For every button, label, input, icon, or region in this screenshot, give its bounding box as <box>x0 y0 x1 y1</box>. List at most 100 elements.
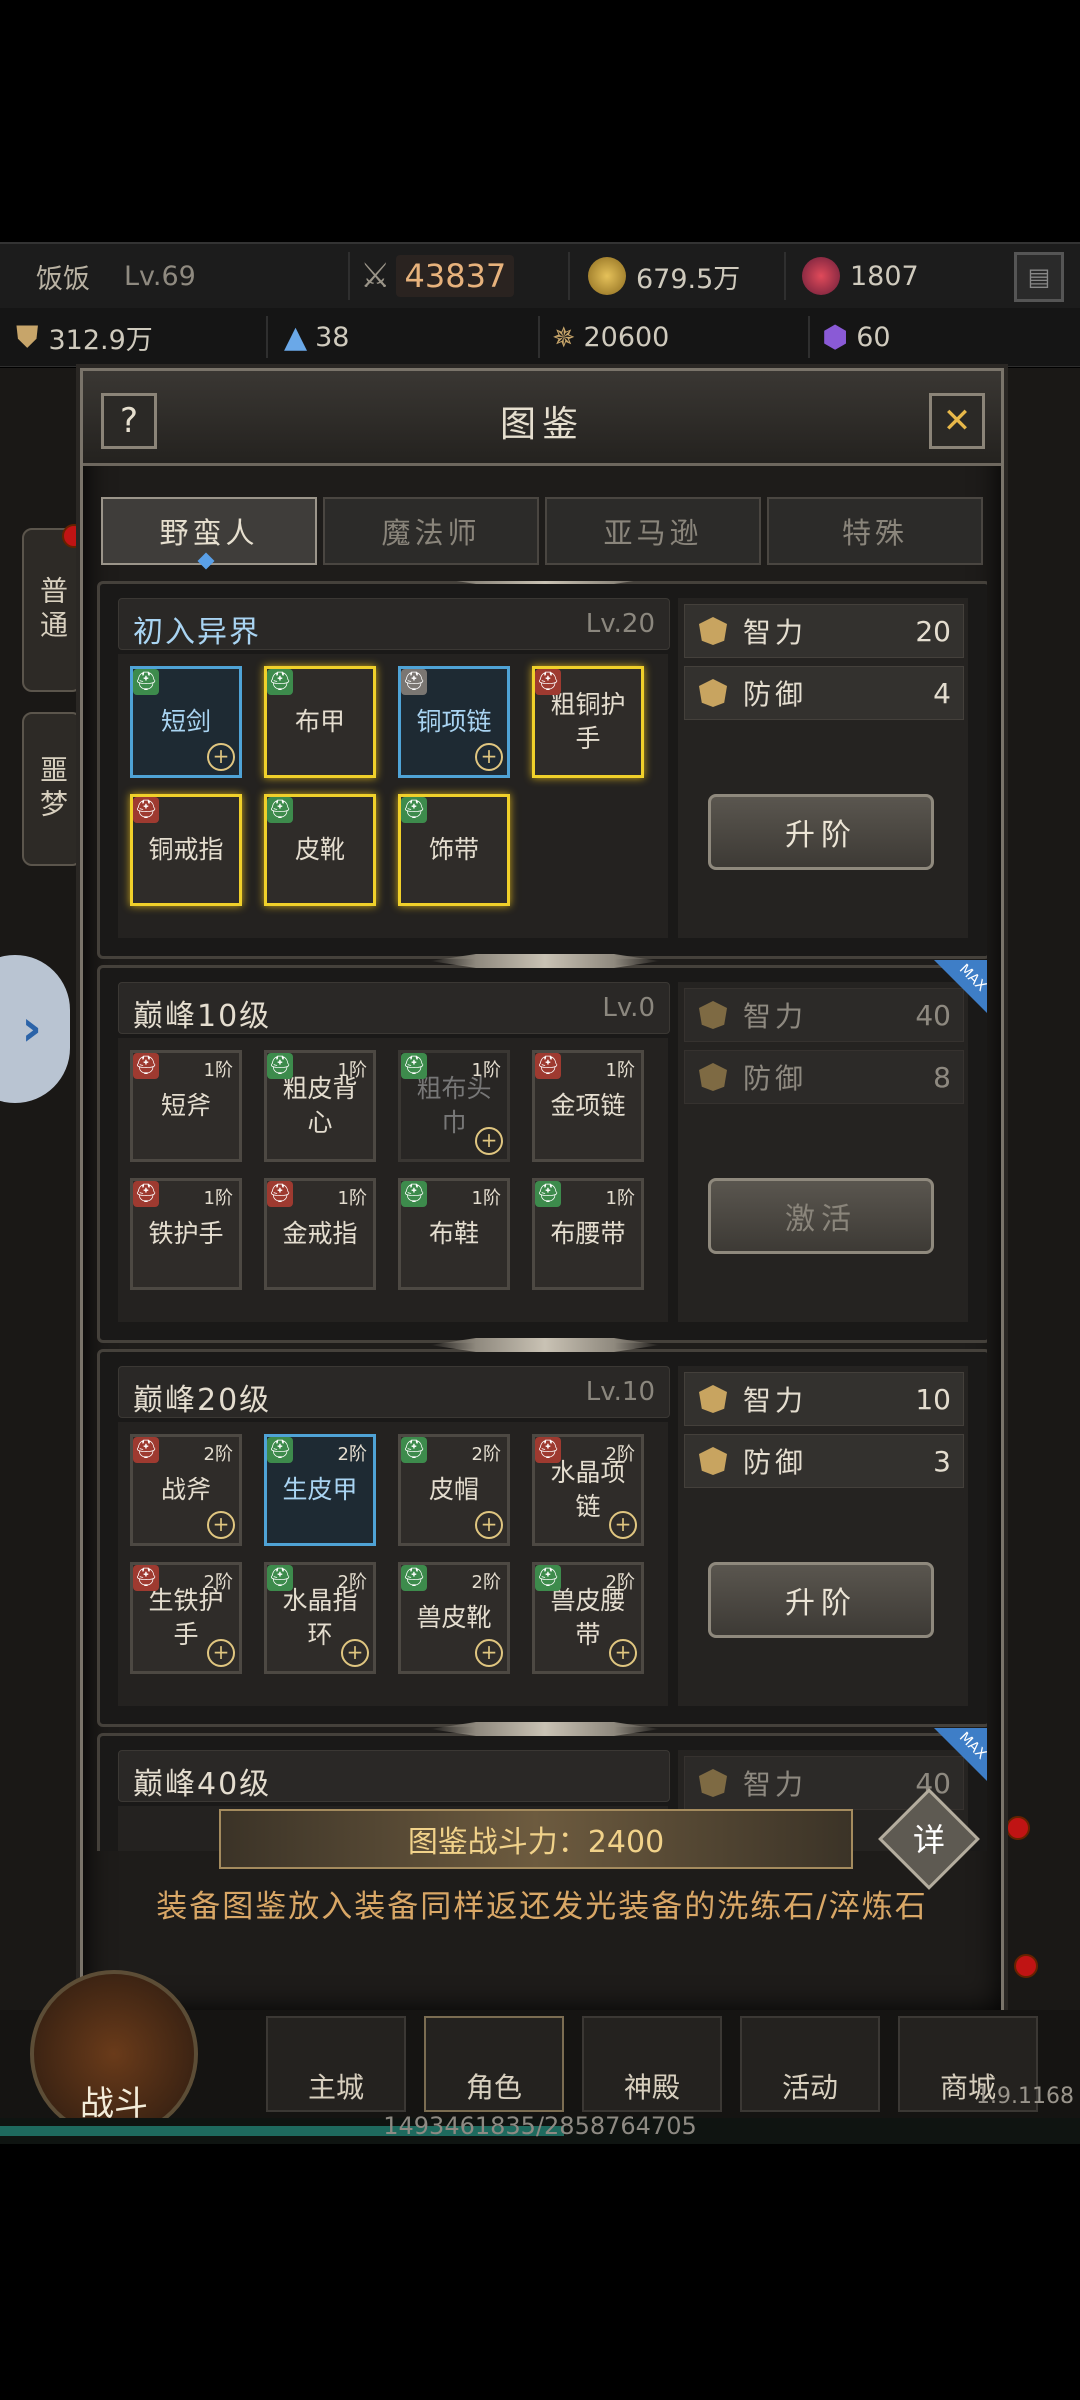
menu-button[interactable]: ▤ <box>1014 252 1064 302</box>
equipment-name: 金项链 <box>550 1091 626 1120</box>
equipment-slot[interactable]: ⛑ 1阶 粗布头巾 + <box>398 1050 510 1162</box>
equipment-slot[interactable]: ⛑ 1阶 布腰带 <box>532 1178 644 1290</box>
equipment-slot[interactable]: ⛑ 皮靴 <box>264 794 376 906</box>
equipment-slot[interactable]: ⛑ 1阶 短斧 <box>130 1050 242 1162</box>
upgrade-button[interactable]: 升阶 <box>708 794 934 870</box>
equipment-slot[interactable]: ⛑ 1阶 金戒指 <box>264 1178 376 1290</box>
add-icon[interactable]: + <box>609 1639 637 1667</box>
tab-amazon[interactable]: 亚马逊 <box>545 497 761 565</box>
collection-hint: 装备图鉴放入装备同样返还发光装备的洗练石/淬炼石 <box>156 1889 928 1925</box>
add-icon[interactable]: + <box>207 1511 235 1539</box>
nav-activity[interactable]: 活动 <box>740 2016 880 2112</box>
helmet-icon: ⛑ <box>401 1053 427 1079</box>
helmet-icon: ⛑ <box>133 669 159 695</box>
equipment-slot[interactable]: ⛑ 1阶 粗皮背心 <box>264 1050 376 1162</box>
tier-label: 2阶 <box>203 1572 233 1593</box>
equipment-name: 铁护手 <box>148 1219 224 1248</box>
equipment-slot[interactable]: ⛑ 2阶 生皮甲 <box>264 1434 376 1546</box>
fist-icon <box>699 1385 727 1413</box>
equipment-slot[interactable]: ⛑ 2阶 生铁护手 + <box>130 1562 242 1674</box>
add-icon[interactable]: + <box>207 1639 235 1667</box>
close-icon: ✕ <box>942 401 972 441</box>
side-tab-normal[interactable]: 普通 <box>22 528 82 692</box>
fist-icon <box>699 1001 727 1029</box>
gem-counter[interactable]: 1807 <box>788 244 1004 308</box>
honor-value: 20600 <box>583 321 670 353</box>
helmet-icon: ⛑ <box>267 1437 293 1463</box>
equipment-slot[interactable]: ⛑ 2阶 水晶项链 + <box>532 1434 644 1546</box>
collection-section: 巅峰20级 Lv.10 ⛑ 2阶 战斧 + ⛑ 2阶 生皮甲 ⛑ 2阶 皮帽 + ⛑ 2阶 水晶项链 + ⛑ 2阶生… <box>97 1338 987 1727</box>
section-header: 巅峰20级 Lv.10 <box>118 1366 670 1418</box>
collection-power-label: 图鉴战斗力：2400 <box>407 1825 665 1860</box>
equipment-slot[interactable]: ⛑ 1阶 金项链 <box>532 1050 644 1162</box>
activate-button[interactable]: 激活 <box>708 1178 934 1254</box>
section-ornament <box>430 1722 660 1736</box>
shard-counter: ⬢ 60 <box>812 308 1080 366</box>
tier-label: 1阶 <box>605 1188 635 1209</box>
nav-temple[interactable]: 神殿 <box>582 2016 722 2112</box>
close-button[interactable]: ✕ <box>929 393 985 449</box>
stat-name: 智力 <box>743 616 808 649</box>
tab-sorceress[interactable]: 魔法师 <box>323 497 539 565</box>
equipment-slot[interactable]: ⛑ 2阶 战斧 + <box>130 1434 242 1546</box>
nav-character[interactable]: 角色 <box>424 2016 564 2112</box>
upgrade-button[interactable]: 升阶 <box>708 1562 934 1638</box>
collection-power-banner: 图鉴战斗力：2400 <box>219 1809 853 1869</box>
equipment-slot[interactable]: ⛑ 2阶 水晶指环 + <box>264 1562 376 1674</box>
gold-counter[interactable]: 679.5万 <box>572 244 786 308</box>
combat-power-value: 43837 <box>396 255 515 297</box>
tier-label: 1阶 <box>203 1060 233 1081</box>
equipment-name: 短剑 <box>160 707 211 736</box>
add-icon[interactable]: + <box>341 1639 369 1667</box>
equipment-name: 布甲 <box>294 707 345 736</box>
tab-special[interactable]: 特殊 <box>767 497 983 565</box>
equipment-slot[interactable]: ⛑ 2阶 兽皮靴 + <box>398 1562 510 1674</box>
stat-value: 10 <box>915 1382 951 1416</box>
add-icon[interactable]: + <box>475 1639 503 1667</box>
add-icon[interactable]: + <box>207 743 235 771</box>
top-status-bar: 饭饭 Lv.69 ⚔ 43837 679.5万 1807 ▤ <box>0 242 1080 309</box>
helmet-icon: ⛑ <box>133 1565 159 1591</box>
tier-label: 2阶 <box>337 1572 367 1593</box>
nav-main-city[interactable]: 主城 <box>266 2016 406 2112</box>
equipment-slot[interactable]: ⛑ 粗铜护手 <box>532 666 644 778</box>
helmet-icon: ⛑ <box>535 1181 561 1207</box>
fist-icon <box>699 617 727 645</box>
tier-label: 1阶 <box>605 1060 635 1081</box>
equipment-grid: ⛑ 短剑 + ⛑ 布甲 ⛑ 铜项链 + ⛑ 粗铜护手 ⛑ 铜戒指 ⛑ 皮靴 ⛑ 饰带 <box>118 654 668 938</box>
add-icon[interactable]: + <box>475 1127 503 1155</box>
section-level: Lv.0 <box>602 993 655 1023</box>
helmet-icon: ⛑ <box>401 797 427 823</box>
detail-label: 详 <box>912 1821 945 1859</box>
side-tab-normal-label: 普通 <box>36 576 69 644</box>
equipment-slot[interactable]: ⛑ 1阶 布鞋 <box>398 1178 510 1290</box>
equipment-slot[interactable]: ⛑ 短剑 + <box>130 666 242 778</box>
notification-dot <box>1014 1954 1038 1978</box>
equipment-slot[interactable]: ⛑ 2阶 皮帽 + <box>398 1434 510 1546</box>
equipment-slot[interactable]: ⛑ 铜戒指 <box>130 794 242 906</box>
equipment-name: 皮帽 <box>428 1475 479 1504</box>
tier-label: 1阶 <box>337 1188 367 1209</box>
equipment-name: 战斧 <box>160 1475 211 1504</box>
equipment-slot[interactable]: ⛑ 2阶 兽皮腰带 + <box>532 1562 644 1674</box>
equipment-slot[interactable]: ⛑ 铜项链 + <box>398 666 510 778</box>
equipment-name: 铜项链 <box>416 707 492 736</box>
equipment-name: 粗铜护手 <box>550 690 626 753</box>
player-info[interactable]: 饭饭 Lv.69 <box>0 244 350 308</box>
side-tab-nightmare[interactable]: 噩梦 <box>22 712 82 866</box>
add-icon[interactable]: + <box>475 743 503 771</box>
stat-name: 智力 <box>743 1384 808 1417</box>
tab-label: 亚马逊 <box>603 516 703 550</box>
resource-bar: ⛊ 312.9万 ▲ 38 ✵ 20600 ⬢ 60 <box>0 308 1080 367</box>
add-icon[interactable]: + <box>475 1511 503 1539</box>
add-icon[interactable]: + <box>609 1511 637 1539</box>
tier-label: 1阶 <box>471 1060 501 1081</box>
equipment-slot[interactable]: ⛑ 布甲 <box>264 666 376 778</box>
section-title: 巅峰40级 <box>133 1767 272 1802</box>
honor-icon: ✵ <box>552 320 576 354</box>
armor-icon: ⛊ <box>16 319 39 355</box>
collection-list[interactable]: 初入异界 Lv.20 ⛑ 短剑 + ⛑ 布甲 ⛑ 铜项链 + ⛑ 粗铜护手 ⛑ 铜戒指 ⛑ 皮靴 ⛑ 饰带 智力 20… <box>97 581 987 1851</box>
equipment-slot[interactable]: ⛑ 1阶 铁护手 <box>130 1178 242 1290</box>
equipment-slot[interactable]: ⛑ 饰带 <box>398 794 510 906</box>
stat-value: 3 <box>933 1444 951 1478</box>
